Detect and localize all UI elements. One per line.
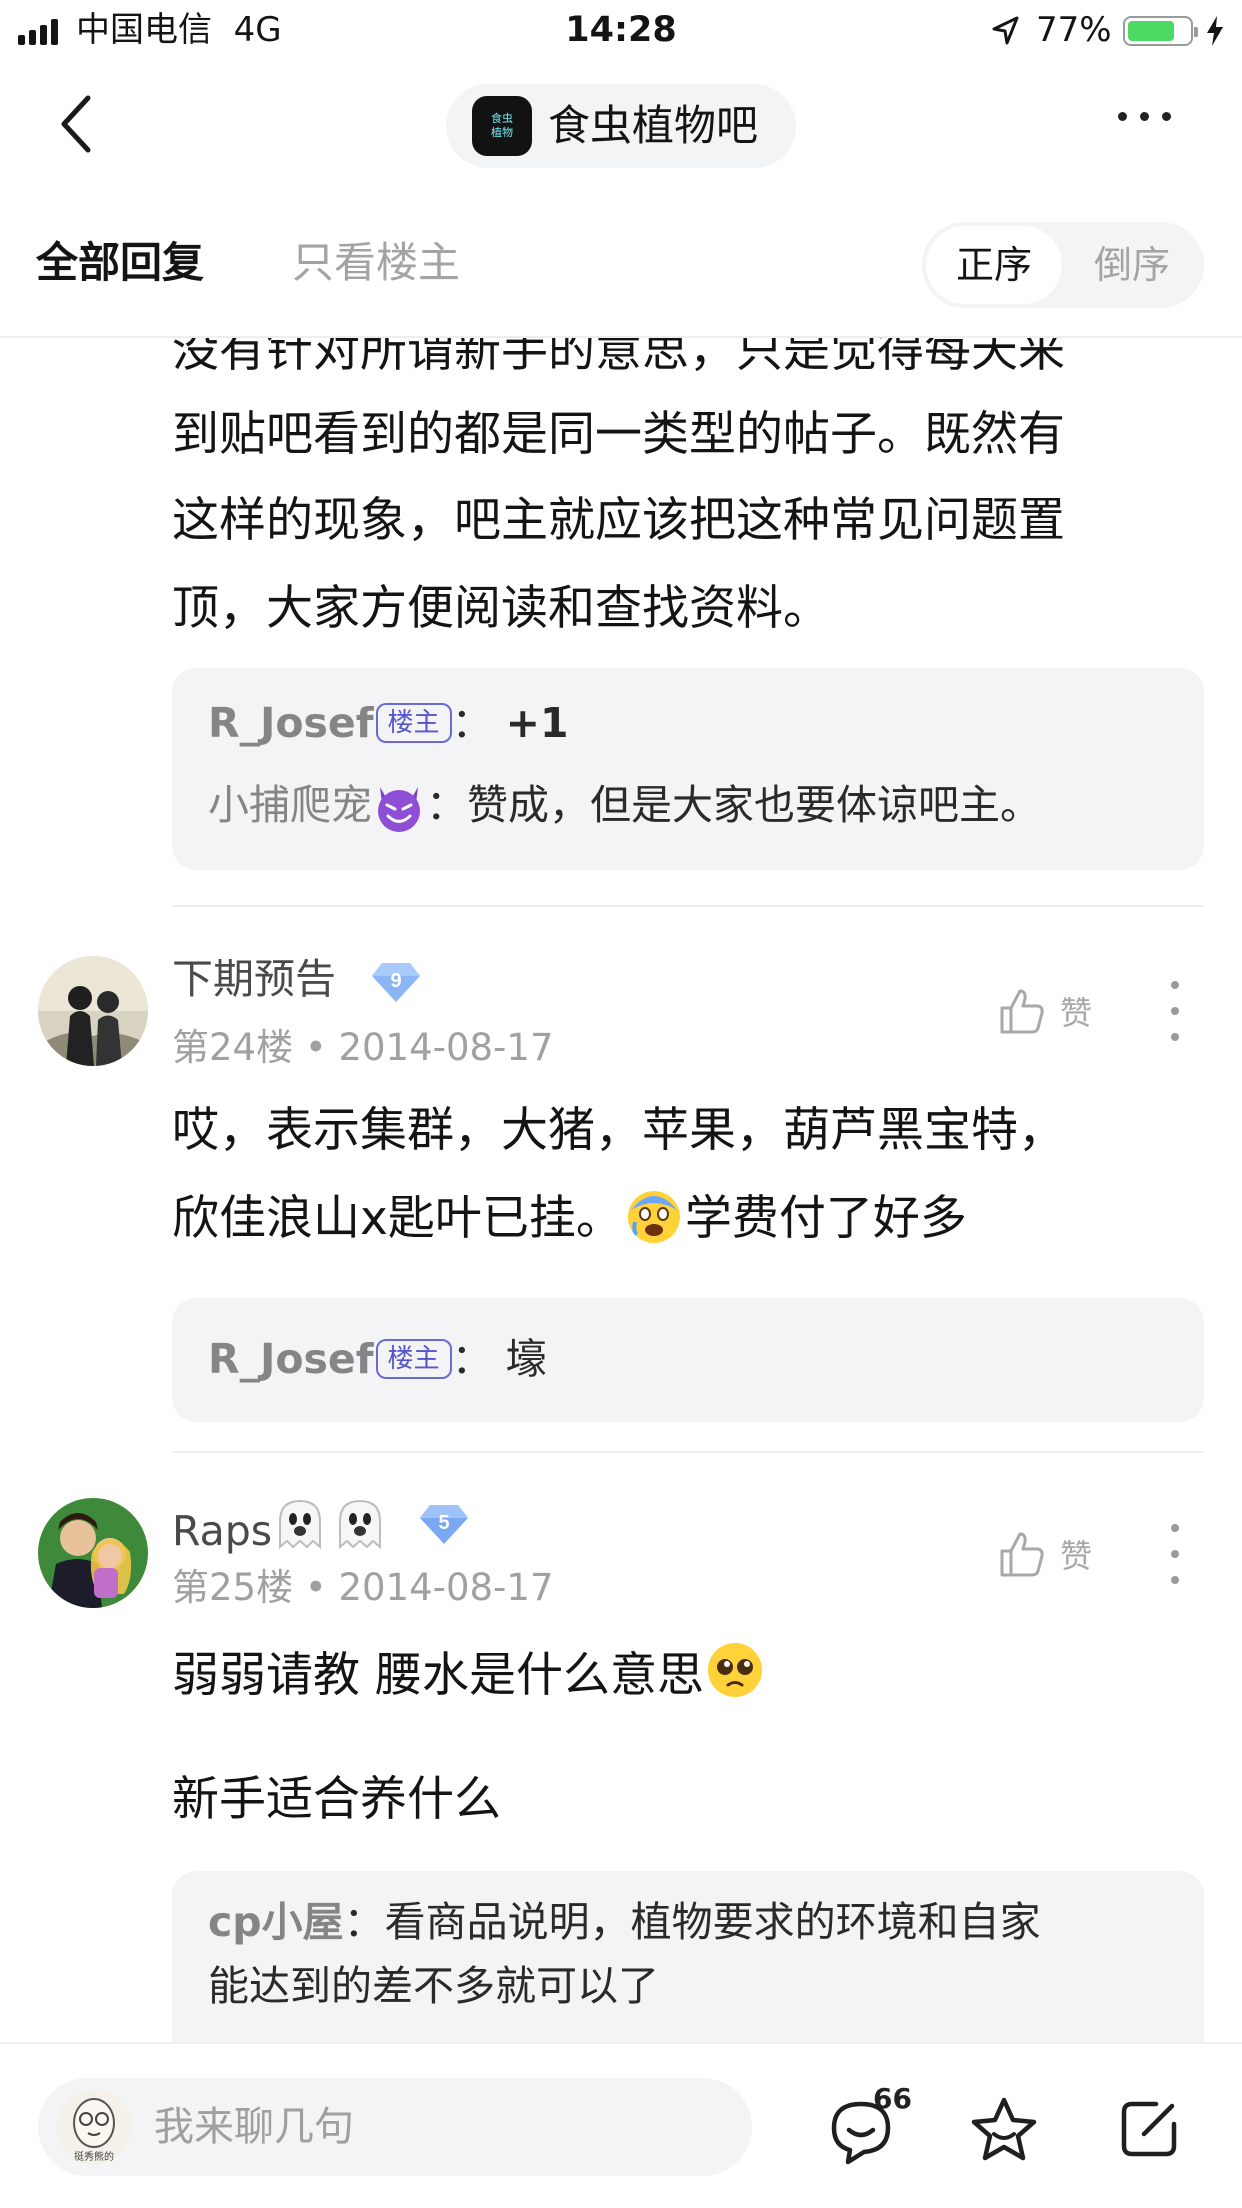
meta-dot: • [304, 1566, 327, 1609]
sort-ascending-button[interactable]: 正序 [926, 226, 1062, 304]
back-button[interactable] [56, 92, 106, 162]
more-options-button[interactable] [1118, 112, 1171, 121]
reply-username[interactable]: cp小屋 [208, 1898, 344, 1946]
sub-reply[interactable]: cp小屋：看商品说明，植物要求的环境和自家 [208, 1897, 1041, 1947]
star-icon[interactable] [968, 2094, 1040, 2166]
reply-separator: ： [451, 699, 493, 747]
forum-logo-text-top: 食虫 [491, 112, 513, 125]
op-badge: 楼主 [375, 703, 452, 743]
user-avatar-image [38, 1498, 148, 1608]
sub-replies-box[interactable]: R_Josef 楼主： +1 小捕爬宠 ：赞成，但是大家也要体谅吧主。 [172, 668, 1204, 870]
op-badge: 楼主 [375, 1339, 452, 1379]
reply-text: 看商品说明，植物要求的环境和自家 [384, 1898, 1041, 1946]
user-avatar-image [38, 956, 148, 1066]
sub-reply[interactable]: R_Josef 楼主： 壕 [208, 1334, 547, 1384]
username[interactable]: Raps [172, 1497, 388, 1556]
post-content-line: 哎，表示集群，大猪，苹果，葫芦黑宝特， [172, 1103, 1065, 1158]
post-content-line: 欣佳浪山x匙叶已挂。 学费付了好多 [172, 1175, 967, 1263]
avatar[interactable] [38, 1498, 148, 1608]
reply-separator: ： [426, 781, 467, 829]
reply-username[interactable]: 小捕爬宠 [208, 781, 372, 829]
avatar[interactable] [38, 956, 148, 1066]
post-content-text: 学费付了好多 [684, 1191, 967, 1246]
post-content-line: 弱弱请教 腰水是什么意思 [172, 1632, 766, 1720]
username[interactable]: 下期预告 [172, 954, 336, 1004]
reply-text: 赞成，但是大家也要体谅吧主。 [467, 781, 1041, 829]
post-options-button[interactable] [1168, 981, 1182, 1041]
reply-separator: ： [343, 1898, 385, 1946]
vertical-dots-icon [1171, 1524, 1179, 1532]
thumbs-up-icon [1000, 989, 1044, 1034]
post-divider [172, 905, 1204, 907]
reply-username[interactable]: R_Josef [208, 1335, 374, 1383]
ghost-emoji-icon [339, 1499, 382, 1550]
share-edit-icon[interactable] [1116, 2096, 1182, 2162]
battery-icon [1123, 16, 1198, 46]
crying-scared-face-emoji-icon [627, 1191, 680, 1243]
thumbs-up-icon [1000, 1532, 1044, 1577]
like-label: 赞 [1060, 1537, 1093, 1575]
level-number: 9 [390, 970, 401, 992]
post-text-line: 顶，大家方便阅读和查找资料。 [172, 581, 830, 636]
post-content-text: 欣佳浪山x匙叶已挂。 [172, 1191, 623, 1246]
chevron-left-icon [61, 95, 91, 153]
post-divider [172, 1451, 1204, 1453]
vertical-dots-icon [1171, 981, 1179, 989]
floor-and-date: 第24楼 • 2014-08-17 [172, 1025, 553, 1071]
reply-text: 壕 [505, 1335, 547, 1383]
status-bar: 中国电信 4G 14:28 77% [0, 0, 1242, 62]
battery-percent: 77% [1036, 10, 1112, 50]
avatar-caption: 挺秀熊的 [74, 2150, 114, 2163]
current-user-avatar: 挺秀熊的 [56, 2089, 132, 2165]
pleading-face-emoji-icon [707, 1643, 762, 1697]
post-options-button[interactable] [1168, 1524, 1182, 1584]
meta-dot: • [304, 1026, 327, 1069]
location-arrow-icon [992, 16, 1019, 45]
forum-name: 食虫植物吧 [548, 101, 759, 150]
sub-replies-box[interactable]: R_Josef 楼主： 壕 [172, 1298, 1204, 1422]
post-date: 2014-08-17 [338, 1566, 554, 1609]
reply-filter-bar: 全部回复 只看楼主 正序 倒序 [0, 208, 1242, 338]
avatar-image: 挺秀熊的 [56, 2089, 132, 2165]
post-content-line: 新手适合养什么 [172, 1772, 501, 1827]
forum-logo: 食虫 植物 [472, 96, 532, 156]
sub-reply[interactable]: R_Josef 楼主： +1 [208, 698, 569, 748]
reply-text-continued: 能达到的差不多就可以了 [208, 1962, 659, 2010]
reply-text: +1 [505, 699, 569, 747]
floor-number: 第24楼 [172, 1026, 294, 1069]
level-badge-icon: 9 [372, 963, 420, 1002]
tab-op-only[interactable]: 只看楼主 [292, 238, 460, 288]
post-text-line: 到贴吧看到的都是同一类型的帖子。既然有 [172, 407, 1065, 462]
like-button[interactable]: 赞 [998, 981, 1098, 1041]
sort-order-toggle: 正序 倒序 [922, 222, 1204, 308]
reply-username[interactable]: R_Josef [208, 699, 374, 747]
comment-placeholder: 我来聊几句 [154, 2104, 354, 2150]
post-content-text: 弱弱请教 腰水是什么意思 [172, 1648, 704, 1703]
charging-bolt-icon [1207, 16, 1223, 46]
like-label: 赞 [1060, 994, 1093, 1032]
sort-descending-button[interactable]: 倒序 [1064, 226, 1200, 304]
floor-number: 第25楼 [172, 1566, 294, 1609]
smiling-devil-emoji-icon [378, 787, 420, 832]
post-date: 2014-08-17 [338, 1026, 554, 1069]
comment-input[interactable]: 挺秀熊的 我来聊几句 [38, 2078, 752, 2176]
forum-title-pill[interactable]: 食虫 植物 食虫植物吧 [446, 84, 796, 168]
ellipsis-icon [1118, 112, 1127, 121]
bottom-action-bar: 挺秀熊的 我来聊几句 66 [0, 2042, 1242, 2208]
post-text-line: 这样的现象，吧主就应该把这种常见问题置 [172, 493, 1065, 548]
comment-count: 66 [873, 2082, 912, 2115]
sub-reply[interactable]: 小捕爬宠 ：赞成，但是大家也要体谅吧主。 [208, 780, 1041, 835]
floor-and-date: 第25楼 • 2014-08-17 [172, 1565, 553, 1611]
reply-separator: ： [451, 1335, 493, 1383]
tab-all-replies[interactable]: 全部回复 [36, 238, 204, 288]
like-button[interactable]: 赞 [998, 1524, 1098, 1584]
sub-replies-box[interactable]: cp小屋：看商品说明，植物要求的环境和自家 能达到的差不多就可以了 [172, 1871, 1204, 2071]
level-number: 5 [438, 1512, 449, 1534]
level-badge-icon: 5 [420, 1505, 468, 1544]
ghost-emoji-icon [279, 1499, 322, 1550]
forum-logo-text-bottom: 植物 [491, 126, 513, 139]
username-text: Raps [172, 1507, 273, 1555]
